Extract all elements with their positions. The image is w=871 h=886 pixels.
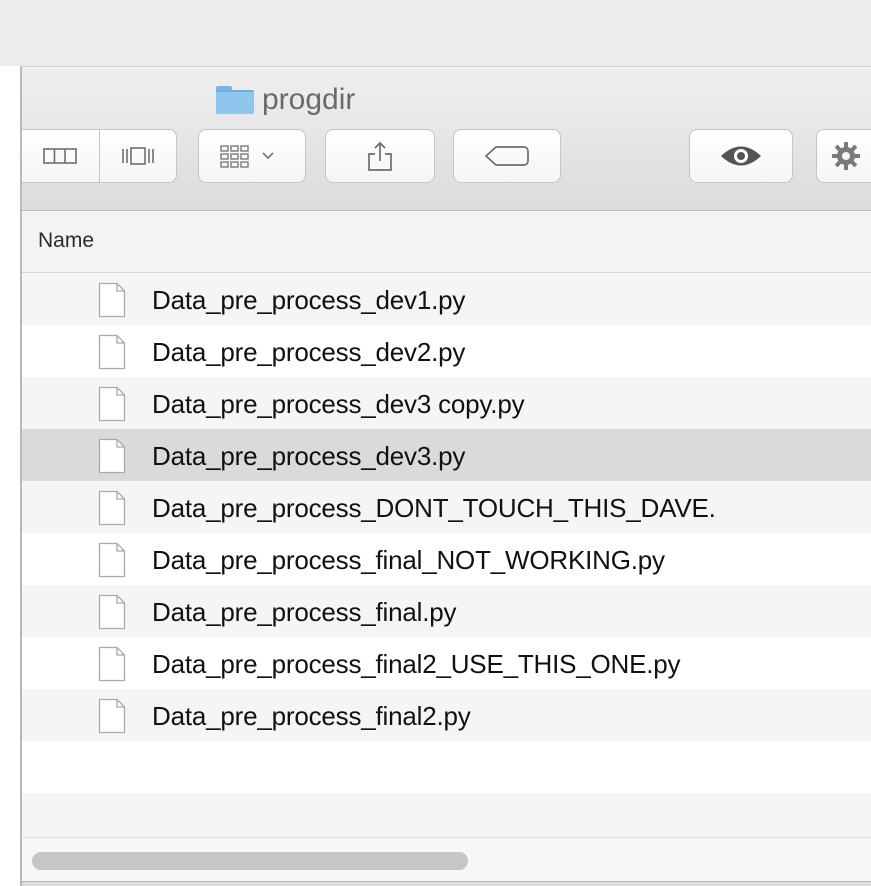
document-icon — [98, 594, 126, 630]
file-row[interactable]: Data_pre_process_dev3 copy.py — [22, 377, 871, 429]
share-icon — [368, 141, 392, 171]
file-name: Data_pre_process_dev2.py — [152, 337, 466, 367]
file-row[interactable]: Data_pre_process_dev3.py — [22, 429, 871, 481]
file-name: Data_pre_process_DONT_TOUCH_THIS_DAVE. — [152, 493, 716, 523]
file-row[interactable]: Data_pre_process_final2_USE_THIS_ONE.py — [22, 637, 871, 689]
window-title: progdir — [216, 83, 355, 117]
file-name: Data_pre_process_final.py — [152, 597, 457, 627]
view-mode-segment[interactable] — [22, 129, 177, 183]
window-bottom-border — [22, 881, 871, 886]
cover-flow-view-button[interactable] — [98, 130, 177, 182]
tags-button[interactable] — [453, 129, 561, 183]
arrange-button[interactable] — [198, 129, 306, 183]
scrollbar-thumb[interactable] — [32, 852, 468, 870]
tag-icon — [484, 146, 529, 166]
file-name: Data_pre_process_dev3.py — [152, 441, 466, 471]
column-header-name[interactable]: Name — [22, 211, 871, 273]
grid-arrange-icon — [220, 145, 274, 168]
chevron-down-icon — [262, 152, 274, 160]
gear-icon — [832, 142, 860, 170]
cover-flow-icon — [121, 147, 154, 165]
document-icon — [98, 646, 126, 682]
file-row[interactable]: Data_pre_process_final_NOT_WORKING.py — [22, 533, 871, 585]
top-background — [0, 0, 871, 66]
column-view-button[interactable] — [22, 130, 99, 182]
document-icon — [98, 386, 126, 422]
file-row[interactable]: Data_pre_process_final.py — [22, 585, 871, 637]
eye-icon — [721, 146, 761, 166]
finder-window: progdir Name Data_pre_process_dev1.py Da… — [20, 66, 871, 886]
columns-icon — [43, 148, 78, 164]
file-name: Data_pre_process_dev1.py — [152, 285, 466, 315]
quick-look-button[interactable] — [689, 129, 793, 183]
file-name: Data_pre_process_final2_USE_THIS_ONE.py — [152, 649, 681, 679]
file-name: Data_pre_process_final_NOT_WORKING.py — [152, 545, 665, 575]
file-row[interactable]: Data_pre_process_DONT_TOUCH_THIS_DAVE. — [22, 481, 871, 533]
document-icon — [98, 490, 126, 526]
file-name: Data_pre_process_final2.py — [152, 701, 471, 731]
document-icon — [98, 282, 126, 318]
document-icon — [98, 438, 126, 474]
share-button[interactable] — [325, 129, 435, 183]
column-header-label: Name — [38, 229, 95, 252]
file-row[interactable]: Data_pre_process_dev2.py — [22, 325, 871, 377]
toolbar: progdir — [22, 67, 871, 211]
folder-icon — [216, 86, 254, 114]
window-title-text: progdir — [262, 83, 356, 116]
document-icon — [98, 334, 126, 370]
horizontal-scrollbar[interactable] — [22, 837, 871, 881]
file-list: Data_pre_process_dev1.py Data_pre_process… — [22, 273, 871, 845]
file-row[interactable]: Data_pre_process_dev1.py — [22, 273, 871, 325]
document-icon — [98, 698, 126, 734]
file-name: Data_pre_process_dev3 copy.py — [152, 389, 525, 419]
empty-row — [22, 741, 871, 793]
document-icon — [98, 542, 126, 578]
file-row[interactable]: Data_pre_process_final2.py — [22, 689, 871, 741]
action-button[interactable] — [816, 129, 871, 183]
